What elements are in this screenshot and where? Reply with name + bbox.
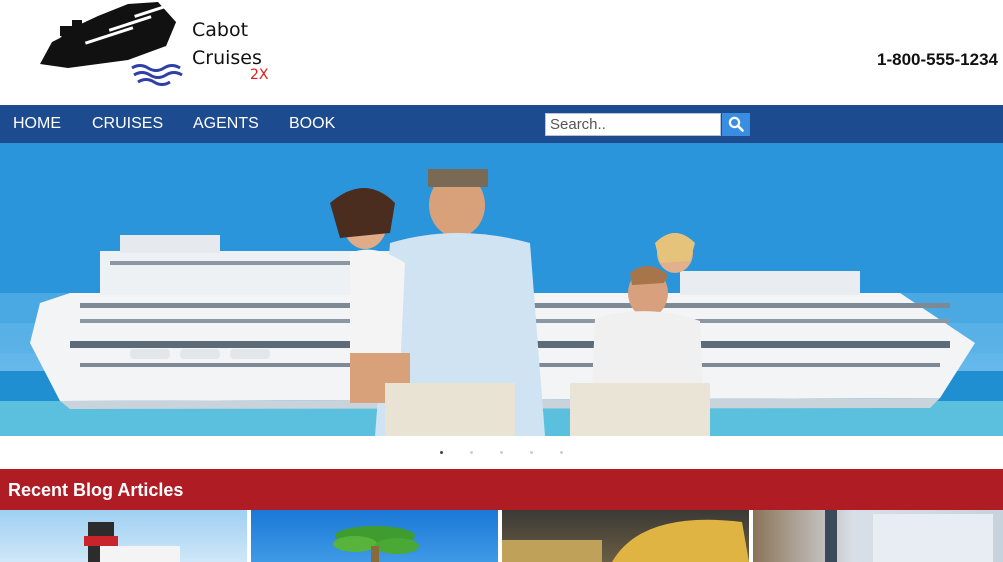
ship-funnel-image [84, 522, 180, 562]
blog-thumb-4[interactable] [753, 510, 1003, 562]
nav-item-cruises[interactable]: CRUISES [92, 115, 163, 133]
carousel-dot-2[interactable] [470, 451, 473, 454]
main-nav: HOME CRUISES AGENTS BOOK [0, 105, 1003, 143]
blog-thumbnails [0, 510, 1003, 562]
brand-tag: 2X [250, 67, 269, 83]
hero-illustration [0, 143, 1003, 436]
search-icon [728, 116, 744, 132]
site-logo[interactable]: Cabot Cruises 2X [38, 2, 278, 86]
nav-item-home[interactable]: HOME [13, 115, 61, 133]
search-button[interactable] [722, 113, 750, 136]
brand-name: Cabot Cruises [192, 19, 262, 69]
phone-number[interactable]: 1-800-555-1234 [877, 50, 998, 70]
blog-heading: Recent Blog Articles [8, 480, 184, 500]
nav-item-agents[interactable]: AGENTS [193, 115, 259, 133]
blog-section-header: Recent Blog Articles [0, 469, 1003, 510]
carousel-dot-3[interactable] [500, 451, 503, 454]
site-header: Cabot Cruises 2X 1-800-555-1234 [0, 0, 1003, 105]
blog-thumb-1[interactable] [0, 510, 247, 562]
hero-slide-image [0, 143, 1003, 436]
palm-tree-image [333, 526, 419, 562]
cruise-ship-icon [40, 2, 183, 86]
blog-thumb-2[interactable] [251, 510, 498, 562]
nav-item-book[interactable]: BOOK [289, 115, 335, 133]
ship-interior-image [502, 519, 749, 562]
carousel-dot-1[interactable] [440, 451, 443, 454]
carousel-indicators [0, 442, 1003, 462]
search-input[interactable] [545, 113, 721, 136]
blog-thumb-3[interactable] [502, 510, 749, 562]
carousel-dot-4[interactable] [530, 451, 533, 454]
cabin-window-image [825, 510, 993, 562]
carousel-dot-5[interactable] [560, 451, 563, 454]
